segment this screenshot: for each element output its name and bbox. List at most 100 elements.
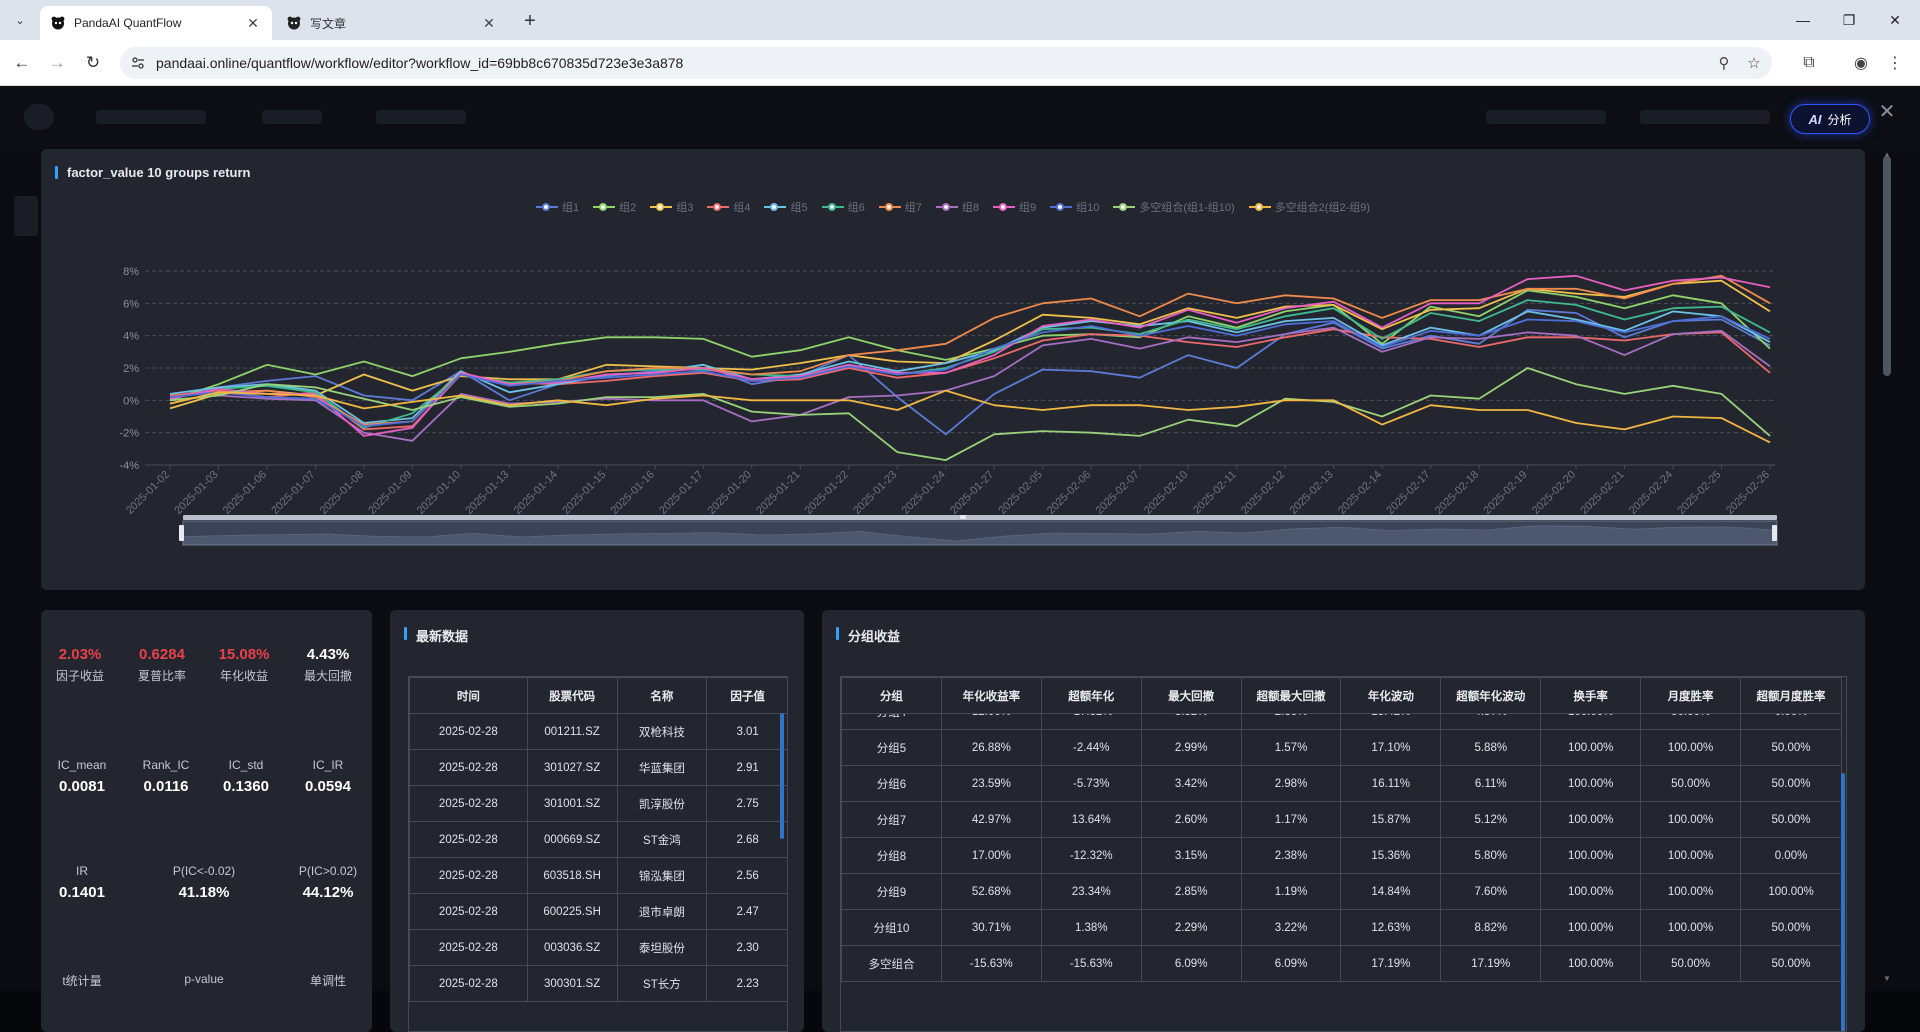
stat-rank-ic: Rank_IC 0.0116	[127, 758, 205, 795]
table-cell: 2025-02-28	[409, 965, 528, 1002]
table-row[interactable]: 2025-02-28 001211.SZ 双枪科技 3.01	[409, 713, 787, 750]
restore-window-icon[interactable]: ❐	[1826, 0, 1872, 40]
zoom-icon[interactable]: ⚲	[1714, 54, 1734, 72]
table-cell: 50.00%	[1740, 909, 1842, 946]
close-modal-icon[interactable]: ✕	[1876, 100, 1898, 123]
table-row[interactable]: 分组7 42.97% 13.64% 2.60% 1.17% 15.87% 5.12% 100.…	[841, 801, 1842, 838]
table-row[interactable]: 多空组合 -15.63% -15.63% 6.09% 6.09% 17.19% 17.19%…	[841, 945, 1842, 982]
tab-write-article[interactable]: 写文章 ✕	[276, 6, 508, 40]
series-line-5[interactable]	[169, 310, 1771, 424]
profile-icon[interactable]: ◉	[1848, 50, 1874, 76]
group-table-scrollbar[interactable]	[1841, 773, 1845, 1031]
zoom-slider-track[interactable]	[183, 515, 1777, 520]
zoom-drag-handle[interactable]	[960, 515, 966, 519]
table-cell: 1.38%	[1040, 909, 1142, 946]
series-line-8[interactable]	[169, 326, 1771, 442]
table-cell: 泰坦股份	[616, 929, 708, 966]
table-cell: 0.00%	[1740, 714, 1842, 730]
x-tick-label: 2025-01-09	[366, 469, 414, 517]
tab-pandaai-quantflow[interactable]: PandaAI QuantFlow ✕	[40, 6, 272, 40]
table-row[interactable]: 2025-02-28 600225.SH 退市卓朗 2.47	[409, 893, 787, 930]
table-cell: 2.56	[706, 857, 787, 894]
latest-data-table-scroll[interactable]: 时间 股票代码 名称 因子值 2025-02-28 001211.SZ 双枪科技 3.01 2…	[408, 676, 788, 1032]
table-cell: 2.23	[706, 965, 787, 1002]
table-row[interactable]: 2025-02-28 003036.SZ 泰坦股份 2.30	[409, 929, 787, 966]
table-cell: 2025-02-28	[409, 893, 528, 930]
table-cell: 1.57%	[1240, 729, 1342, 766]
extensions-icon[interactable]: ⧉	[1796, 50, 1822, 76]
table-row[interactable]: 2025-02-28 301027.SZ 华蓝集团 2.91	[409, 749, 787, 786]
table-cell: 100.00%	[1640, 837, 1742, 874]
table-cell: 凯淳股份	[616, 785, 708, 822]
x-tick-label: 2025-02-18	[1433, 469, 1481, 517]
x-tick-label: 2025-02-10	[1142, 469, 1190, 517]
table-cell: 14.84%	[1340, 873, 1442, 910]
column-header: 分组	[841, 677, 942, 714]
stat-t-statistic: t统计量	[43, 972, 121, 995]
scroll-down-icon[interactable]: ▼	[1882, 974, 1892, 983]
table-cell: 17.10%	[1340, 729, 1442, 766]
column-header: 换手率	[1540, 677, 1642, 714]
table-row[interactable]: 分组5 26.88% -2.44% 2.99% 1.57% 17.10% 5.88% 100.…	[841, 729, 1842, 766]
x-tick-label: 2025-01-15	[560, 469, 608, 517]
column-header: 最大回撤	[1140, 677, 1242, 714]
column-header: 时间	[409, 677, 528, 714]
stat-p-value: p-value	[165, 972, 243, 992]
menu-kebab-icon[interactable]: ⋮	[1882, 50, 1908, 76]
table-row[interactable]: 2025-02-28 603518.SH 锦泓集团 2.56	[409, 857, 787, 894]
reload-icon[interactable]: ↻	[80, 50, 106, 76]
stat-label: 单调性	[309, 974, 346, 988]
table-row[interactable]: 分组10 30.71% 1.38% 2.29% 3.22% 12.63% 8.82% 100.…	[841, 909, 1842, 946]
latest-table-scrollbar[interactable]	[780, 713, 784, 839]
stat-ic-ir: IC_IR 0.0594	[289, 758, 367, 795]
table-cell: 23.59%	[940, 765, 1042, 802]
x-tick-label: 2025-01-16	[609, 469, 657, 517]
table-cell: 2.47	[706, 893, 787, 930]
site-info-icon[interactable]	[130, 55, 146, 71]
table-row[interactable]: 2025-02-28 000669.SZ ST金鸿 2.68	[409, 821, 787, 858]
x-tick-label: 2025-02-21	[1578, 469, 1626, 517]
back-icon[interactable]: ←	[9, 50, 35, 76]
group-returns-table-body: 分组412.00%-17.32%3.32%2.36%15.42%4.57%100…	[841, 714, 1842, 982]
tab-search-button[interactable]: ⌄	[8, 8, 32, 32]
table-row[interactable]: 分组8 17.00% -12.32% 3.15% 2.38% 15.36% 5.80% 100…	[841, 837, 1842, 874]
close-tab-icon[interactable]: ✕	[480, 14, 498, 32]
address-bar[interactable]: pandaai.online/quantflow/workflow/editor…	[120, 47, 1772, 79]
page-scrollbar-thumb[interactable]	[1883, 156, 1891, 376]
series-line-1[interactable]	[169, 308, 1771, 436]
ai-analysis-button[interactable]: AI 分析	[1790, 104, 1870, 134]
table-cell: 30.71%	[940, 909, 1042, 946]
group-returns-table-scroll[interactable]: 分组 年化收益率 超额年化 最大回撤 超额最大回撤 年化波动 超额年化波动 换手率 月度胜率 超额…	[840, 676, 1847, 1032]
table-cell: 15.36%	[1340, 837, 1442, 874]
zoom-handle-left[interactable]	[179, 525, 184, 541]
group-returns-panel: 分组收益 分组 年化收益率 超额年化 最大回撤 超额最大回撤 年化波动 超额年化波动 换手率月…	[822, 610, 1865, 1032]
stat-annual-return: 15.08% 年化收益	[205, 646, 283, 684]
table-cell: -2.44%	[1040, 729, 1142, 766]
close-window-icon[interactable]: ✕	[1872, 0, 1918, 40]
table-row[interactable]: 分组412.00%-17.32%3.32%2.36%15.42%4.57%100…	[841, 714, 1842, 730]
table-cell: 26.88%	[940, 729, 1042, 766]
table-cell: 100.00%	[1740, 873, 1842, 910]
table-row[interactable]: 分组6 23.59% -5.73% 3.42% 2.98% 16.11% 6.11% 100.…	[841, 765, 1842, 802]
table-cell: 4.57%	[1440, 714, 1542, 730]
x-tick-label: 2025-02-17	[1384, 469, 1432, 517]
x-tick-label: 2025-01-06	[221, 469, 269, 517]
table-cell: 分组8	[841, 837, 942, 874]
forward-icon[interactable]: →	[44, 50, 70, 76]
browser-tab-bar: ⌄ PandaAI QuantFlow ✕ 写文章 ✕ + — ❐ ✕	[0, 0, 1920, 40]
series-line-12[interactable]	[169, 389, 1771, 444]
stat-label: 因子收益	[55, 669, 104, 683]
minimize-window-icon[interactable]: —	[1780, 0, 1826, 40]
stat-label: 夏普比率	[137, 669, 186, 683]
bookmark-star-icon[interactable]: ☆	[1744, 54, 1764, 72]
new-tab-button[interactable]: +	[518, 9, 542, 33]
stat-label: 年化收益	[219, 669, 268, 683]
x-tick-label: 2025-01-20	[706, 469, 754, 517]
table-cell: 50.00%	[1740, 729, 1842, 766]
table-row[interactable]: 2025-02-28 301001.SZ 凯淳股份 2.75	[409, 785, 787, 822]
table-row[interactable]: 2025-02-28 300301.SZ ST长方 2.23	[409, 965, 787, 1002]
table-cell: 17.19%	[1340, 945, 1442, 982]
close-tab-icon[interactable]: ✕	[244, 14, 262, 32]
table-row[interactable]: 分组9 52.68% 23.34% 2.85% 1.19% 14.84% 7.60% 100.…	[841, 873, 1842, 910]
zoom-handle-right[interactable]	[1772, 525, 1777, 541]
